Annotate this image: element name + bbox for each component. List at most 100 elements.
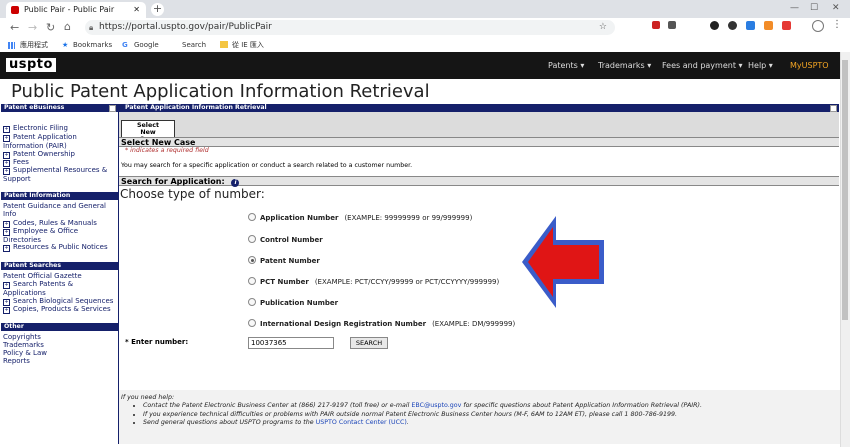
extension-icon[interactable] [782, 21, 791, 30]
minimize-icon[interactable]: — [790, 3, 799, 13]
url-bar[interactable]: 🔒︎ https://portal.uspto.gov/pair/PublicP… [85, 20, 615, 35]
sidebar-item-policy-law[interactable]: Policy & Law [3, 349, 116, 357]
sidebar-item-directories[interactable]: + Employee & Office Directories [3, 227, 116, 244]
bookmarks-bar: 應用程式 ★ Bookmarks G Google Search 從 IE 匯入 [0, 38, 850, 53]
sidebar-item-copyrights[interactable]: Copyrights [3, 333, 116, 341]
option-patent-number[interactable]: Patent Number [248, 256, 320, 265]
sidebar-header-ebusiness: Patent eBusiness [1, 104, 118, 112]
browser-tab[interactable] [400, 2, 490, 18]
browser-tab[interactable] [600, 2, 690, 18]
bookmark-google[interactable]: Google [134, 38, 159, 52]
expand-icon[interactable]: + [3, 126, 10, 133]
nav-trademarks[interactable]: Trademarks ▾ [598, 61, 651, 70]
profile-avatar-icon[interactable] [812, 20, 824, 32]
sidebar-item-guidance[interactable]: Patent Guidance and General Info [3, 202, 116, 218]
translate-icon[interactable] [668, 21, 676, 29]
maximize-icon[interactable]: ☐ [810, 3, 818, 13]
home-icon[interactable]: ⌂ [64, 20, 71, 33]
search-for-bar: Search for Application: i [119, 176, 839, 187]
bookmark-star-icon[interactable]: ☆ [599, 20, 607, 35]
sidebar-header-other: Other [1, 323, 118, 331]
expand-icon[interactable]: + [3, 307, 10, 314]
extension-icon[interactable] [746, 21, 755, 30]
expand-icon[interactable]: + [3, 168, 10, 175]
left-sidebar: Patent eBusiness + Electronic Filing + Pat… [1, 104, 120, 444]
uspto-logo[interactable]: uspto [6, 58, 56, 72]
sidebar-item-electronic-filing[interactable]: + Electronic Filing [3, 124, 116, 133]
url-text: https://portal.uspto.gov/pair/PublicPair [99, 22, 272, 32]
window-close-icon[interactable]: ✕ [832, 3, 840, 13]
panel-toggle-icon[interactable] [830, 105, 837, 112]
panel-header: Patent Application Information Retrieval [119, 104, 839, 112]
browser-tab-active[interactable]: Public Pair - Public Pair ✕ [6, 2, 146, 18]
rss-icon[interactable] [764, 21, 773, 30]
panel-toggle-icon[interactable] [109, 105, 116, 112]
choose-type-heading: Choose type of number: [120, 187, 265, 201]
menu-dots-icon[interactable]: ⋮ [832, 19, 842, 30]
tab-title: Public Pair - Public Pair [24, 5, 115, 14]
page-banner: Public Patent Application Information Re… [0, 79, 840, 103]
bookmark-import-ie[interactable]: 從 IE 匯入 [232, 38, 264, 52]
bookmark-apps[interactable]: 應用程式 [20, 38, 48, 52]
sidebar-item-copies-products[interactable]: + Copies, Products & Services [3, 305, 116, 314]
sidebar-item-supplemental[interactable]: + Supplemental Resources & Support [3, 166, 116, 183]
help-intro: If you need help: [121, 394, 175, 401]
extension-icon[interactable] [728, 21, 737, 30]
search-button[interactable]: SEARCH [350, 337, 388, 349]
uspto-favicon-icon [11, 6, 19, 14]
nav-help[interactable]: Help ▾ [748, 61, 773, 70]
extension-icon[interactable] [652, 21, 660, 29]
radio-button[interactable] [248, 235, 256, 243]
extension-icon[interactable] [710, 21, 719, 30]
radio-button[interactable] [248, 213, 256, 221]
expand-icon[interactable]: + [3, 282, 10, 289]
sidebar-header-patent-searches: Patent Searches [1, 262, 118, 270]
radio-button[interactable] [248, 298, 256, 306]
description-text: You may search for a specific applicatio… [121, 162, 413, 169]
site-header: uspto Patents ▾ Trademarks ▾ Fees and pa… [0, 52, 840, 79]
option-intl-design-number[interactable]: International Design Registration Number… [248, 319, 515, 328]
nav-myuspto[interactable]: MyUSPTO [790, 61, 829, 70]
sidebar-item-search-patents[interactable]: + Search Patents & Applications [3, 280, 116, 297]
tab-strip: Select New Case [119, 112, 839, 143]
nav-patents[interactable]: Patents ▾ [548, 61, 584, 70]
radio-button[interactable] [248, 319, 256, 327]
sidebar-item-official-gazette[interactable]: Patent Official Gazette [3, 272, 116, 280]
apps-grid-icon[interactable] [8, 42, 15, 49]
expand-icon[interactable]: + [3, 229, 10, 236]
radio-button[interactable] [248, 277, 256, 285]
red-arrow-annotation [522, 216, 604, 308]
radio-button-selected[interactable] [248, 256, 256, 264]
section-title: Select New Case [119, 137, 839, 147]
option-publication-number[interactable]: Publication Number [248, 298, 338, 307]
info-icon[interactable]: i [231, 179, 240, 187]
scrollbar-thumb[interactable] [842, 60, 848, 320]
option-application-number[interactable]: Application Number (EXAMPLE: 99999999 or … [248, 213, 472, 222]
close-tab-icon[interactable]: ✕ [133, 2, 140, 18]
ebc-email-link[interactable]: EBC@uspto.gov [411, 402, 461, 409]
browser-tab-bar: Public Pair - Public Pair ✕ + — ☐ ✕ [0, 0, 850, 18]
help-item: Contact the Patent Electronic Business C… [143, 402, 840, 411]
sidebar-item-trademarks[interactable]: Trademarks [3, 341, 116, 349]
sidebar-item-resources[interactable]: + Resources & Public Notices [3, 243, 116, 252]
nav-fees-payment[interactable]: Fees and payment ▾ [662, 61, 743, 70]
enter-number-label: * Enter number: [125, 338, 189, 346]
reload-icon[interactable]: ↻ [46, 21, 55, 34]
sidebar-header-patent-information: Patent Information [1, 192, 118, 200]
contact-center-link[interactable]: USPTO Contact Center (UCC) [316, 419, 407, 426]
expand-icon[interactable]: + [3, 245, 10, 252]
forward-icon[interactable]: → [28, 21, 37, 34]
help-footer: If you need help: Contact the Patent Ele… [119, 390, 840, 444]
star-icon: ★ [62, 41, 69, 49]
new-tab-icon[interactable]: + [151, 3, 164, 16]
sidebar-item-pair[interactable]: + Patent Application Information (PAIR) [3, 133, 116, 150]
bookmark-bookmarks[interactable]: Bookmarks [73, 38, 112, 52]
option-control-number[interactable]: Control Number [248, 235, 323, 244]
sidebar-item-reports[interactable]: Reports [3, 357, 116, 365]
bookmark-search[interactable]: Search [182, 38, 206, 52]
browser-tab[interactable] [500, 2, 590, 18]
option-pct-number[interactable]: PCT Number (EXAMPLE: PCT/CCYY/99999 or PC… [248, 277, 499, 286]
expand-icon[interactable]: + [3, 135, 10, 142]
number-input[interactable] [248, 337, 334, 349]
back-icon[interactable]: ← [10, 21, 19, 34]
